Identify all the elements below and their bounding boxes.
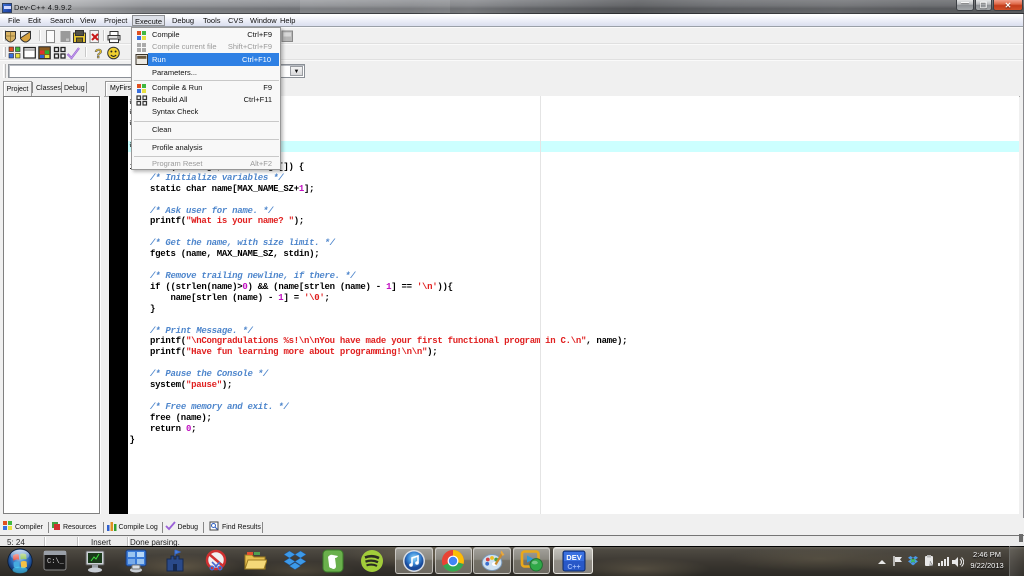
svg-text:C++: C++ [567, 564, 580, 571]
svg-text:C:\_: C:\_ [47, 558, 65, 566]
svg-text:DEV: DEV [566, 553, 581, 562]
svg-text:?: ? [95, 46, 103, 60]
